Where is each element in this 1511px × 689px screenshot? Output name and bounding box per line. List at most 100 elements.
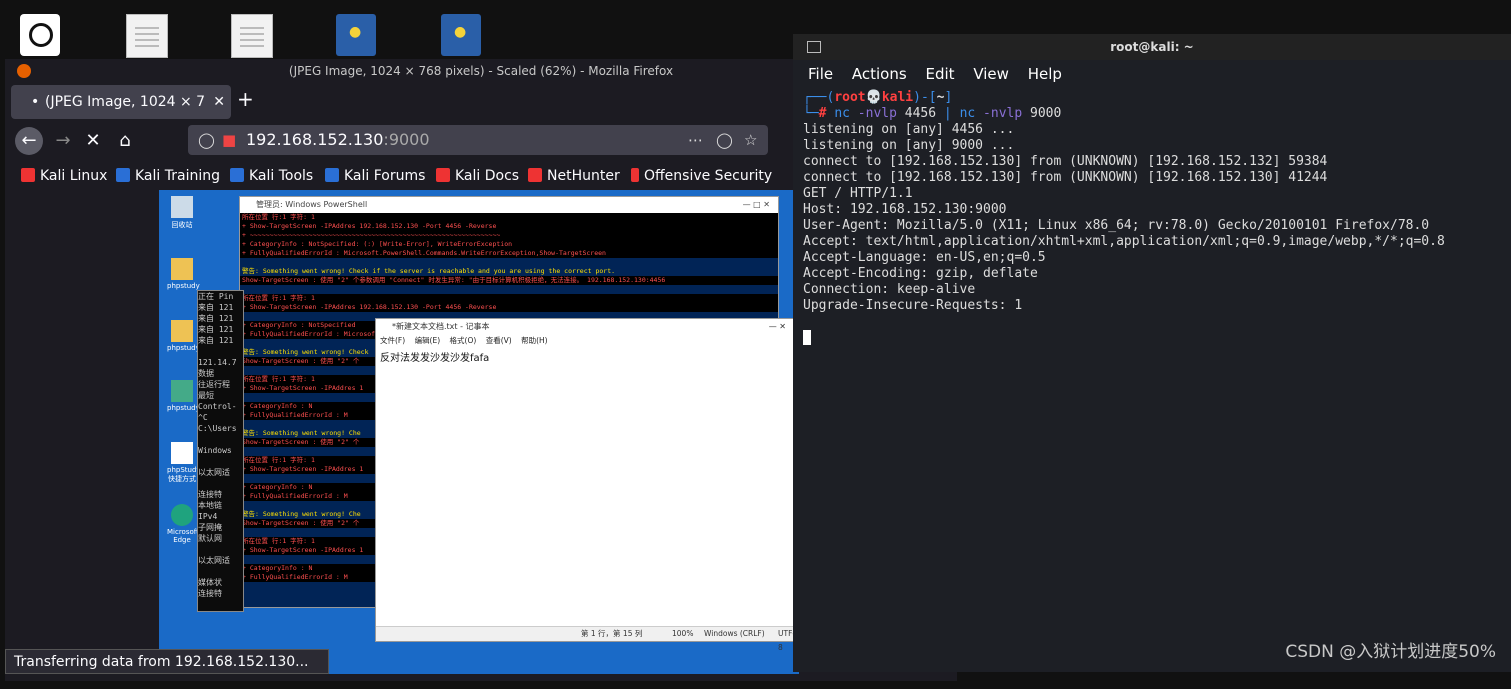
url-host: 192.168.152.130 — [246, 130, 384, 149]
docs-icon — [436, 168, 450, 182]
powershell-line: + ~~~~~~~~~~~~~~~~~~~~~~~~~~~~~~~~~~~~~~… — [240, 231, 778, 240]
cmd-line: Windows — [198, 446, 232, 455]
text-file-desktop-icon[interactable] — [126, 14, 168, 58]
terminal-icon — [807, 41, 821, 53]
tab-label: (JPEG Image, 1024 × 768 — [45, 94, 205, 110]
terminal-window: root@kali: ~ File Actions Edit View Help… — [793, 34, 1511, 672]
cmd-line: 来自 121 — [198, 303, 234, 312]
cmd-line: 往返行程 — [198, 380, 230, 389]
offsec-icon — [631, 168, 639, 182]
window-controls: — ✕ — [768, 322, 786, 331]
menu-actions[interactable]: Actions — [852, 65, 907, 83]
powershell-line: 警告: Something went wrong! Check if the s… — [242, 267, 616, 275]
tab-loading-dot: • — [31, 94, 40, 110]
python-file-desktop-icon[interactable] — [336, 14, 376, 56]
notepad-text[interactable]: 反对法发发沙发沙发fafa — [376, 347, 796, 366]
kali-icon — [528, 168, 542, 182]
menu-file[interactable]: File — [808, 65, 833, 83]
app-icon — [171, 380, 193, 402]
bookmark-kali-training[interactable]: Kali Training — [116, 168, 220, 184]
forward-button[interactable]: → — [49, 127, 77, 155]
menu-file[interactable]: 文件(F) — [380, 336, 405, 345]
menu-view[interactable]: 查看(V) — [486, 336, 512, 345]
menu-edit[interactable]: 编辑(E) — [415, 336, 441, 345]
pocket-icon[interactable]: ◯ — [716, 125, 733, 155]
menu-view[interactable]: View — [973, 65, 1009, 83]
pipe: | — [936, 106, 960, 121]
text-file-desktop-icon[interactable] — [231, 14, 273, 58]
cmd-line: 默认网 — [198, 534, 222, 543]
notepad-title: *新建文本文档.txt - 记事本 — [392, 322, 490, 331]
menu-edit[interactable]: Edit — [925, 65, 954, 83]
powershell-line: 所在位置 行:1 字符: 1 — [240, 294, 778, 303]
command-args: -nvlp — [849, 106, 905, 121]
bookmark-nethunter[interactable]: NetHunter — [528, 168, 620, 184]
menu-format[interactable]: 格式(O) — [450, 336, 477, 345]
cmd-line: 子网掩 — [198, 523, 222, 532]
notepad-status-bar: 第 1 行，第 15 列 100% Windows (CRLF) UTF-8 — [376, 626, 796, 652]
shield-icon[interactable]: ◯ — [198, 125, 215, 155]
back-button[interactable]: ← — [15, 127, 43, 155]
tab-jpeg-image[interactable]: • (JPEG Image, 1024 × 768 ✕ — [11, 85, 231, 119]
powershell-line: 所在位置 行:1 字符: 1 — [240, 213, 778, 222]
bookmark-kali-forums[interactable]: Kali Forums — [325, 168, 425, 184]
cmd-line: 121.14.7 — [198, 358, 237, 367]
cmd-line: 连接特 — [198, 490, 222, 499]
cmd-line: 以太网适 — [198, 556, 230, 565]
cmd-line: C:\Users — [198, 424, 237, 433]
desktop-icon: phpstudy — [167, 258, 200, 290]
cmd-line — [198, 544, 243, 555]
command-port: 9000 — [1030, 106, 1062, 121]
notepad-window: *新建文本文档.txt - 记事本 — ✕ 文件(F) 编辑(E) 格式(O) … — [375, 318, 797, 652]
new-tab-button[interactable]: + — [237, 87, 254, 111]
tab-close-icon[interactable]: ✕ — [213, 85, 225, 119]
menu-help[interactable]: Help — [1028, 65, 1062, 83]
firefox-window-title: (JPEG Image, 1024 × 768 pixels) - Scaled… — [288, 64, 674, 78]
bookmark-kali-docs[interactable]: Kali Docs — [436, 168, 519, 184]
url-bar[interactable]: ◯ ■ 192.168.152.130:9000 ⋯ ◯ ☆ — [188, 125, 768, 155]
prompt-host: kali — [881, 90, 914, 105]
kali-icon — [116, 168, 130, 182]
jpeg-image[interactable]: 回收站 phpstudy phpstudy phpstudy phpStudy … — [159, 190, 799, 674]
command-output: listening on [any] 4456 ... listening on… — [803, 122, 1445, 313]
cmd-line: IPv4 — [198, 512, 218, 521]
cmd-line: 本地链 — [198, 501, 222, 510]
bookmark-star-icon[interactable]: ☆ — [744, 125, 757, 155]
cmd-line — [198, 610, 243, 611]
cursor-position: 第 1 行，第 15 列 — [581, 629, 643, 638]
obs-desktop-icon[interactable] — [20, 14, 60, 56]
stop-loading-button[interactable]: ✕ — [79, 127, 107, 155]
home-button[interactable]: ⌂ — [111, 127, 139, 155]
edge-icon — [171, 504, 193, 526]
desktop-icon: Microsoft Edge — [167, 504, 199, 544]
powershell-line: + FullyQualifiedErrorId : Microsoft.Powe… — [240, 249, 778, 258]
cmd-line: 来自 121 — [198, 314, 234, 323]
prompt-user: root — [834, 90, 866, 105]
terminal-title-bar: root@kali: ~ — [793, 34, 1511, 60]
bookmark-kali-tools[interactable]: Kali Tools — [230, 168, 313, 184]
menu-help[interactable]: 帮助(H) — [521, 336, 548, 345]
insecure-lock-icon[interactable]: ■ — [222, 125, 236, 155]
zoom-level: 100% — [672, 629, 694, 638]
command-name: nc — [834, 106, 850, 121]
recycle-bin-icon — [171, 196, 193, 218]
powershell-line — [240, 285, 778, 294]
cmd-line — [198, 346, 243, 357]
bookmark-offensive-security[interactable]: Offensive Security — [631, 168, 772, 184]
command-args: -nvlp — [975, 106, 1031, 121]
cmd-line — [198, 456, 243, 467]
python-file-desktop-icon[interactable] — [441, 14, 481, 56]
cmd-line: 来自 121 — [198, 325, 234, 334]
kali-icon — [21, 168, 35, 182]
cmd-line: 以太网适 — [198, 468, 230, 477]
notepad-menu-bar: 文件(F) 编辑(E) 格式(O) 查看(V) 帮助(H) — [376, 335, 796, 347]
cmd-line: 来自 121 — [198, 336, 234, 345]
cmd-line: 正在 Pin — [198, 292, 234, 301]
terminal-cursor — [803, 330, 811, 345]
desktop-icon: phpstudy — [167, 320, 200, 352]
bookmark-kali-linux[interactable]: Kali Linux — [21, 168, 107, 184]
more-options-icon[interactable]: ⋯ — [688, 125, 703, 155]
terminal-menu-bar: File Actions Edit View Help — [793, 60, 1511, 88]
terminal-output[interactable]: ┌──(root💀kali)-[~] └─# nc -nvlp 4456 | n… — [803, 90, 1511, 672]
powershell-line: + CategoryInfo : NotSpecified: (:) [Writ… — [240, 240, 778, 249]
